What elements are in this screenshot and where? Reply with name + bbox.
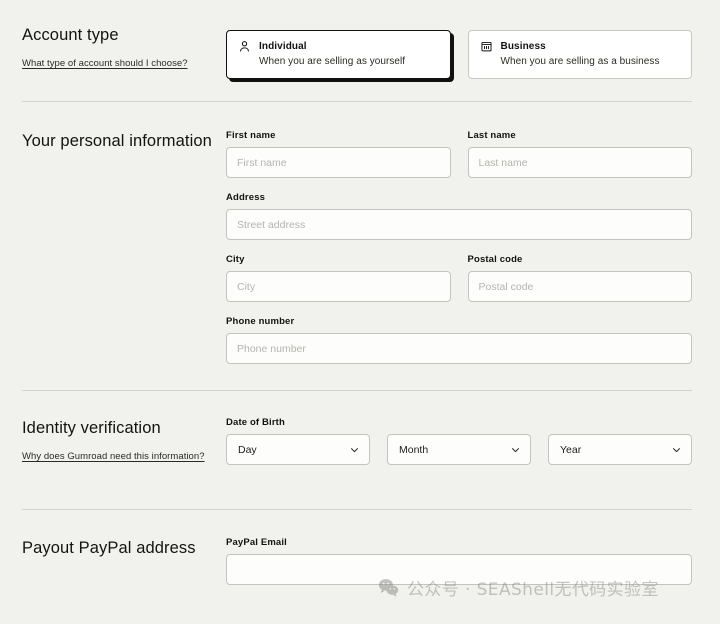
- dob-month-select-wrap: Month: [387, 434, 531, 465]
- dob-day-select-wrap: Day: [226, 434, 370, 465]
- settings-payouts-page: Account type What type of account should…: [0, 0, 720, 624]
- personal-information-section-header: Your personal information: [22, 130, 226, 159]
- identity-verification-section-header: Identity verification Why does Gumroad n…: [22, 417, 226, 464]
- account-type-card-business-head: Business: [480, 40, 680, 53]
- postal-code-field-group: Postal code: [467, 254, 692, 302]
- account-type-card-business[interactable]: Business When you are selling as a busin…: [467, 30, 692, 79]
- dob-month-select[interactable]: Month: [387, 434, 531, 465]
- personal-information-section: Your personal information First name Las…: [0, 102, 720, 364]
- account-type-individual-description: When you are selling as yourself: [259, 56, 406, 67]
- phone-number-field-group: Phone number: [226, 316, 692, 364]
- account-type-card-individual-head: Individual: [238, 40, 438, 53]
- phone-number-label: Phone number: [226, 316, 295, 327]
- dob-year-select-wrap: Year: [548, 434, 692, 465]
- account-type-card-individual[interactable]: Individual When you are selling as yours…: [226, 30, 451, 79]
- first-name-input[interactable]: [226, 147, 451, 178]
- person-icon: [238, 40, 251, 53]
- payout-form: PayPal Email: [226, 537, 692, 585]
- first-name-label: First name: [226, 130, 276, 141]
- name-field-row: First name Last name: [226, 130, 692, 178]
- city-field-group: City: [226, 254, 451, 302]
- phone-number-input[interactable]: [226, 333, 692, 364]
- city-postal-field-row: City Postal code: [226, 254, 692, 302]
- first-name-field-group: First name: [226, 130, 451, 178]
- address-label: Address: [226, 192, 266, 203]
- account-type-individual-label: Individual: [259, 41, 307, 52]
- identity-verification-help-link[interactable]: Why does Gumroad need this information?: [22, 451, 205, 462]
- phone-field-row: Phone number: [226, 316, 692, 364]
- account-type-section: Account type What type of account should…: [0, 0, 720, 79]
- date-of-birth-select-row: Day Month Year: [226, 434, 692, 465]
- city-label: City: [226, 254, 245, 265]
- address-field-group: Address: [226, 192, 692, 240]
- address-input[interactable]: [226, 209, 692, 240]
- address-field-row: Address: [226, 192, 692, 240]
- postal-code-input[interactable]: [467, 271, 692, 302]
- account-type-help-link[interactable]: What type of account should I choose?: [22, 58, 188, 69]
- page-title: Account type: [22, 26, 119, 44]
- payout-section-header: Payout PayPal address: [22, 537, 226, 566]
- account-type-business-label: Business: [500, 41, 546, 52]
- identity-verification-section: Identity verification Why does Gumroad n…: [0, 391, 720, 465]
- payout-title: Payout PayPal address: [22, 539, 196, 557]
- dob-day-select[interactable]: Day: [226, 434, 370, 465]
- last-name-input[interactable]: [467, 147, 692, 178]
- account-type-card-row: Individual When you are selling as yours…: [226, 24, 692, 79]
- account-type-business-description: When you are selling as a business: [500, 56, 660, 67]
- identity-verification-title: Identity verification: [22, 419, 161, 437]
- payout-section: Payout PayPal address PayPal Email: [0, 510, 720, 585]
- city-input[interactable]: [226, 271, 451, 302]
- paypal-email-label: PayPal Email: [226, 537, 287, 548]
- personal-information-title: Your personal information: [22, 132, 212, 150]
- paypal-email-input[interactable]: [226, 554, 692, 585]
- date-of-birth-label: Date of Birth: [226, 417, 285, 428]
- account-type-options: Individual When you are selling as yours…: [226, 24, 692, 79]
- last-name-label: Last name: [467, 130, 516, 141]
- personal-information-form: First name Last name Address City: [226, 130, 692, 364]
- last-name-field-group: Last name: [467, 130, 692, 178]
- account-type-section-header: Account type What type of account should…: [22, 24, 226, 71]
- date-of-birth-form: Date of Birth Day Month Year: [226, 417, 692, 465]
- building-icon: [480, 40, 493, 53]
- dob-year-select[interactable]: Year: [548, 434, 692, 465]
- postal-code-label: Postal code: [467, 254, 523, 265]
